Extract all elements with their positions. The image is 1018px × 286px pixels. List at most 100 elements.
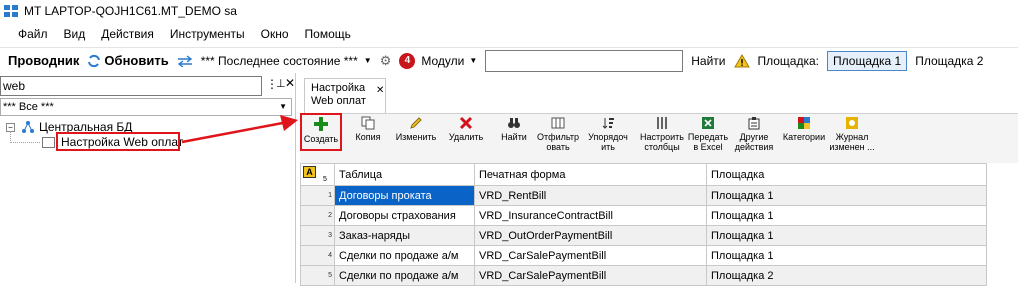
cell-site[interactable]: Площадка 1 [706,245,987,266]
categories-button[interactable]: Категории [780,116,828,142]
autofilter-icon[interactable]: A [303,166,316,178]
sort-label: Упорядоч ить [588,132,628,152]
swap-icon[interactable] [177,54,193,67]
edit-label: Изменить [395,132,437,142]
refresh-label: Обновить [104,53,169,68]
categories-icon [798,117,810,129]
menu-file[interactable]: Файл [18,27,48,41]
journal-button[interactable]: Журнал изменен ... [826,116,878,152]
row-number: 1 [300,185,335,206]
explorer-button[interactable]: Проводник [8,53,79,68]
cell-site[interactable]: Площадка 1 [706,185,987,206]
row-count: 5 [323,176,327,183]
chevron-down-icon: ▼ [469,56,478,65]
title-bar: MT LAPTOP-QOJH1C61.MT_DEMO sa [0,0,1018,22]
grid-table: A 5 Таблица Печатная форма Площадка 1 До… [300,163,987,286]
tree-item-highlight [56,132,180,151]
grid-header: A 5 Таблица Печатная форма Площадка [300,163,987,186]
journal-icon [846,117,858,129]
table-icon [42,136,55,148]
cell-site[interactable]: Площадка 1 [706,205,987,226]
column-header-print-form[interactable]: Печатная форма [474,163,707,186]
site-1-button[interactable]: Площадка 1 [827,50,908,71]
cell-table[interactable]: Договоры страхования [334,205,475,226]
gear-icon[interactable]: ⚙ [380,53,392,69]
edit-button[interactable]: Изменить [396,116,436,142]
find-button[interactable]: Найти [691,54,725,68]
copy-button[interactable]: Копия [354,116,382,142]
journal-label: Журнал изменен ... [829,132,875,152]
search-input[interactable] [485,49,684,72]
table-row[interactable]: 3 Заказ-наряды VRD_OutOrderPaymentBill П… [300,225,987,246]
close-icon[interactable]: ✕ [285,76,295,90]
columns-icon [657,117,667,129]
notification-badge[interactable]: 4 [399,52,416,69]
cell-table[interactable]: Сделки по продаже а/м [334,245,475,266]
tab-web-payments[interactable]: Настройка Web оплат [304,78,386,114]
cell-print-form[interactable]: VRD_OutOrderPaymentBill [474,225,707,246]
annotation-arrow [181,115,298,144]
state-dropdown[interactable]: *** Последнее состояние *** ▼ [201,54,372,68]
main-toolbar: Проводник Обновить *** Последнее состоян… [0,47,1018,73]
columns-button[interactable]: Настроить столбцы [638,116,686,152]
combo-value: *** Все *** [3,101,54,113]
menu-tools[interactable]: Инструменты [170,27,245,41]
refresh-button[interactable]: Обновить [87,53,169,68]
cell-print-form[interactable]: VRD_RentBill [474,185,707,206]
table-row[interactable]: 4 Сделки по продаже а/м VRD_CarSalePayme… [300,245,987,266]
cell-table[interactable]: Договоры проката [334,185,475,206]
pencil-icon [410,117,422,129]
menu-window[interactable]: Окно [261,27,289,41]
menu-help[interactable]: Помощь [305,27,351,41]
find-ribbon-button[interactable]: Найти [498,116,530,142]
explorer-panel: web ⋮ ⊥ ✕ *** Все *** ▼ − Центральная БД… [0,73,296,283]
sort-button[interactable]: Упорядоч ить [588,116,628,152]
command-ribbon: Создать Копия Изменить Удалить Найти Отф… [300,113,1018,163]
cell-site[interactable]: Площадка 1 [706,225,987,246]
excel-icon [702,117,714,129]
menu-view[interactable]: Вид [64,27,86,41]
cell-print-form[interactable]: VRD_CarSalePaymentBill [474,245,707,266]
binoculars-icon [508,118,520,128]
menu-actions[interactable]: Действия [101,27,154,41]
site-2-button[interactable]: Площадка 2 [915,54,983,68]
table-row[interactable]: 1 Договоры проката VRD_RentBill Площадка… [300,185,987,206]
grid-corner[interactable]: A 5 [300,163,335,186]
table-row[interactable]: 2 Договоры страхования VRD_InsuranceCont… [300,205,987,226]
site-label: Площадка: [757,53,820,68]
menu-bar: Файл Вид Действия Инструменты Окно Помощ… [0,23,1018,45]
copy-icon [361,116,375,130]
row-number: 4 [300,245,335,266]
filter-input[interactable]: web [0,76,262,96]
actions-icon [748,117,760,130]
modules-dropdown[interactable]: Модули ▼ [421,54,477,68]
filter-label: Отфильтр овать [537,132,579,152]
state-value: *** Последнее состояние *** [200,53,358,68]
cell-table[interactable]: Заказ-наряды [334,225,475,246]
delete-label: Удалить [448,132,484,142]
modules-label: Модули [421,53,465,68]
warning-icon[interactable] [733,53,750,68]
tab-close-icon[interactable]: ✕ [376,85,384,96]
row-number: 2 [300,205,335,226]
delete-button[interactable]: Удалить [446,116,486,142]
column-header-site[interactable]: Площадка [706,163,987,186]
chevron-down-icon: ▼ [363,56,372,65]
refresh-icon [88,54,101,67]
copy-label: Копия [355,132,381,142]
sort-icon [602,118,614,129]
excel-label: Передать в Excel [687,132,729,152]
tree-connector [10,131,40,143]
columns-label: Настроить столбцы [640,132,684,152]
column-header-table[interactable]: Таблица [334,163,475,186]
categories-label: Категории [782,132,826,142]
data-grid: A 5 Таблица Печатная форма Площадка 1 До… [300,163,1018,286]
filter-button[interactable]: Отфильтр овать [537,116,579,152]
filter-icon [551,117,565,129]
row-number: 3 [300,225,335,246]
app-icon [4,5,18,17]
cell-print-form[interactable]: VRD_InsuranceContractBill [474,205,707,226]
excel-button[interactable]: Передать в Excel [688,116,728,152]
other-actions-button[interactable]: Другие действия [732,116,776,152]
window-title: MT LAPTOP-QOJH1C61.MT_DEMO sa [24,4,237,18]
